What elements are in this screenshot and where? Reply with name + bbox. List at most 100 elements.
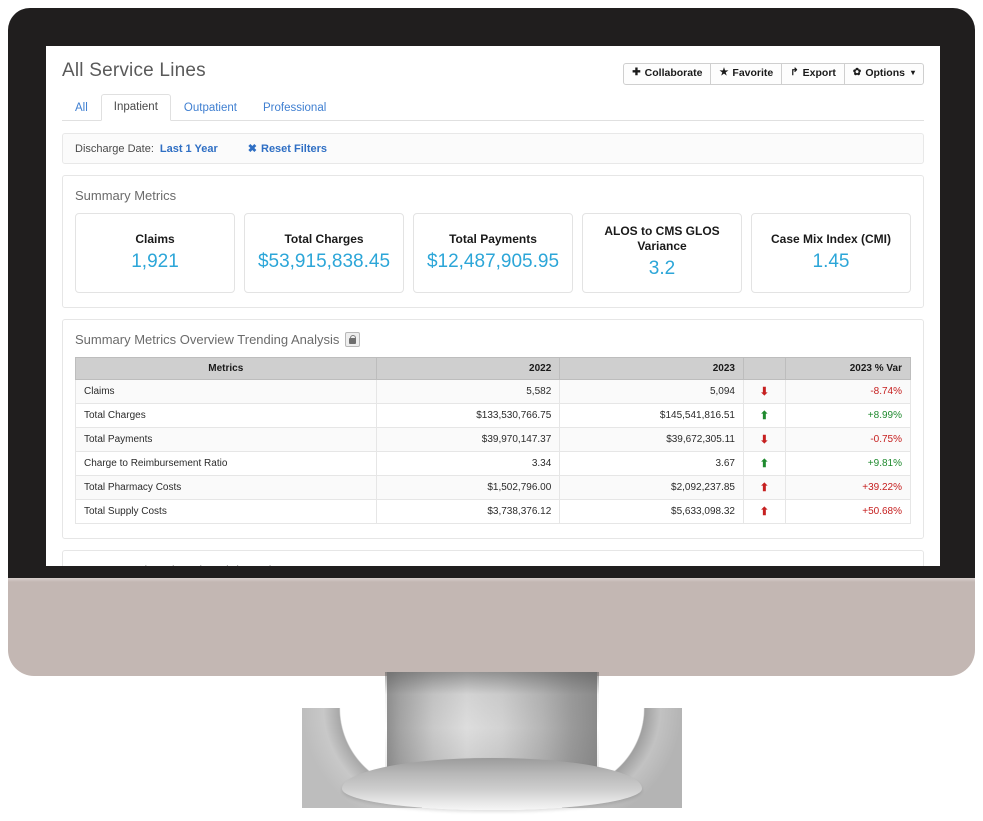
trending-analysis-title: Summary Metrics Overview Trending Analys… (75, 332, 911, 348)
export-button[interactable]: ↱ Export (781, 63, 845, 85)
options-button[interactable]: ✿ Options ▾ (843, 63, 924, 85)
metric-value: $53,915,838.45 (257, 250, 391, 272)
metric-value: $12,487,905.95 (426, 250, 560, 272)
table-row[interactable]: Claims 5,582 5,094 ⬇ -8.74% (75, 379, 912, 405)
tab-inpatient[interactable]: Inpatient (100, 93, 171, 122)
export-label: Export (802, 67, 836, 79)
trend-up-icon: ⬆ (742, 403, 786, 429)
filter-bar: Discharge Date: Last 1 Year ✖ Reset Filt… (62, 133, 924, 165)
cell-variance: -0.75% (784, 427, 912, 453)
cell-metric: Charge to Reimbursement Ratio (75, 451, 377, 477)
col-metrics[interactable]: Metrics (75, 357, 377, 381)
cell-metric: Total Supply Costs (75, 499, 377, 525)
cell-2023: $145,541,816.51 (559, 403, 744, 429)
col-2023[interactable]: 2023 (559, 357, 744, 381)
table-row[interactable]: Total Payments $39,970,147.37 $39,672,30… (75, 427, 912, 453)
cell-2023: $39,672,305.11 (559, 427, 744, 453)
trend-up-icon: ⬆ (742, 499, 786, 525)
metric-card-cmi[interactable]: Case Mix Index (CMI) 1.45 (751, 213, 911, 294)
table-row[interactable]: Total Pharmacy Costs $1,502,796.00 $2,09… (75, 475, 912, 501)
close-x-icon: ✖ (247, 143, 257, 156)
plus-icon: ✚ (632, 67, 641, 79)
trend-down-icon: ⬇ (742, 427, 786, 453)
export-icon: ↱ (790, 67, 799, 79)
trending-analysis-table: Metrics 2022 2023 2023 % Var Claims 5,58… (75, 357, 912, 525)
trending-analysis-panel: Summary Metrics Overview Trending Analys… (62, 319, 924, 540)
trending-analysis-title-text: Summary Metrics Overview Trending Analys… (75, 332, 340, 348)
discharge-date-value[interactable]: Last 1 Year (160, 143, 218, 155)
metric-card-total-charges[interactable]: Total Charges $53,915,838.45 (244, 213, 404, 294)
cell-metric: Claims (75, 379, 377, 405)
metric-label: Total Payments (449, 231, 537, 246)
app-header: All Service Lines ✚ Collaborate ★ Favori… (62, 60, 924, 85)
tab-bar: All Inpatient Outpatient Professional (62, 93, 924, 122)
cell-variance: +50.68% (784, 499, 912, 525)
monitor: All Service Lines ✚ Collaborate ★ Favori… (8, 8, 975, 810)
reset-filters-label: Reset Filters (261, 142, 328, 155)
trend-down-icon: ⬇ (742, 379, 786, 405)
chevron-down-icon: ▾ (910, 68, 915, 78)
metric-label: Total Charges (284, 231, 364, 246)
cell-2023: 3.67 (559, 451, 744, 477)
monitor-stand-base (341, 758, 642, 810)
page-title: All Service Lines (62, 60, 206, 81)
cell-2022: $39,970,147.37 (375, 427, 561, 453)
cell-variance: +39.22% (784, 475, 912, 501)
cell-2023: 5,094 (559, 379, 744, 405)
cell-2023: $5,633,098.32 (559, 499, 744, 525)
metric-label: Claims (135, 231, 175, 246)
application-window: All Service Lines ✚ Collaborate ★ Favori… (46, 46, 940, 566)
discharge-date-label: Discharge Date: (75, 142, 154, 155)
screen: All Service Lines ✚ Collaborate ★ Favori… (46, 46, 940, 566)
metric-value: 1,921 (131, 250, 179, 272)
metric-card-list: Claims 1,921 Total Charges $53,915,838.4… (75, 213, 911, 294)
star-icon: ★ (719, 67, 729, 79)
tab-professional[interactable]: Professional (250, 95, 339, 122)
favorite-button[interactable]: ★ Favorite (710, 63, 783, 85)
top-service-lines-title: Top 20 Service Lines by Claim Volume (75, 563, 911, 566)
options-label: Options (865, 67, 905, 79)
cell-2022: $3,738,376.12 (375, 499, 561, 525)
cell-2022: $1,502,796.00 (375, 475, 561, 501)
favorite-label: Favorite (732, 67, 774, 79)
cell-metric: Total Charges (75, 403, 377, 429)
summary-metrics-panel: Summary Metrics Claims 1,921 Total Charg… (62, 175, 924, 309)
cell-variance: -8.74% (784, 379, 912, 405)
col-direction[interactable] (742, 357, 786, 381)
metric-label: Case Mix Index (CMI) (770, 231, 892, 246)
trending-analysis-body: Claims 5,582 5,094 ⬇ -8.74% Total Charge… (75, 379, 912, 525)
tab-all[interactable]: All (62, 95, 101, 122)
gear-icon: ✿ (852, 67, 862, 79)
cell-metric: Total Pharmacy Costs (75, 475, 377, 501)
metric-value: 3.2 (648, 258, 676, 280)
table-row[interactable]: Total Charges $133,530,766.75 $145,541,8… (75, 403, 912, 429)
header-button-group: ✚ Collaborate ★ Favorite ↱ Export ✿ Opti… (623, 63, 924, 85)
cell-2022: 3.34 (375, 451, 561, 477)
reset-filters-button[interactable]: ✖ Reset Filters (247, 142, 328, 156)
table-row[interactable]: Charge to Reimbursement Ratio 3.34 3.67 … (75, 451, 912, 477)
table-row[interactable]: Total Supply Costs $3,738,376.12 $5,633,… (75, 499, 912, 525)
metric-card-alos-variance[interactable]: ALOS to CMS GLOS Variance 3.2 (582, 213, 742, 294)
metric-value: 1.45 (812, 250, 850, 272)
col-2023-var[interactable]: 2023 % Var (784, 357, 912, 381)
col-2022[interactable]: 2022 (375, 357, 561, 381)
lock-icon (345, 332, 361, 348)
cell-variance: +9.81% (784, 451, 912, 477)
top-service-lines-panel: Top 20 Service Lines by Claim Volume Ser… (62, 550, 924, 566)
collaborate-label: Collaborate (644, 67, 703, 79)
summary-metrics-title: Summary Metrics (75, 188, 177, 204)
trend-up-icon: ⬆ (742, 475, 786, 501)
collaborate-button[interactable]: ✚ Collaborate (623, 63, 712, 85)
table-header-row: Metrics 2022 2023 2023 % Var (75, 357, 912, 381)
cell-2022: $133,530,766.75 (375, 403, 561, 429)
metric-card-total-payments[interactable]: Total Payments $12,487,905.95 (413, 213, 573, 294)
monitor-chin (8, 578, 975, 676)
cell-metric: Total Payments (75, 427, 377, 453)
trend-up-icon: ⬆ (742, 451, 786, 477)
cell-2023: $2,092,237.85 (559, 475, 744, 501)
cell-2022: 5,582 (375, 379, 561, 405)
metric-card-claims[interactable]: Claims 1,921 (75, 213, 235, 294)
cell-variance: +8.99% (784, 403, 912, 429)
tab-outpatient[interactable]: Outpatient (171, 95, 250, 122)
metric-label: ALOS to CMS GLOS Variance (604, 224, 720, 254)
